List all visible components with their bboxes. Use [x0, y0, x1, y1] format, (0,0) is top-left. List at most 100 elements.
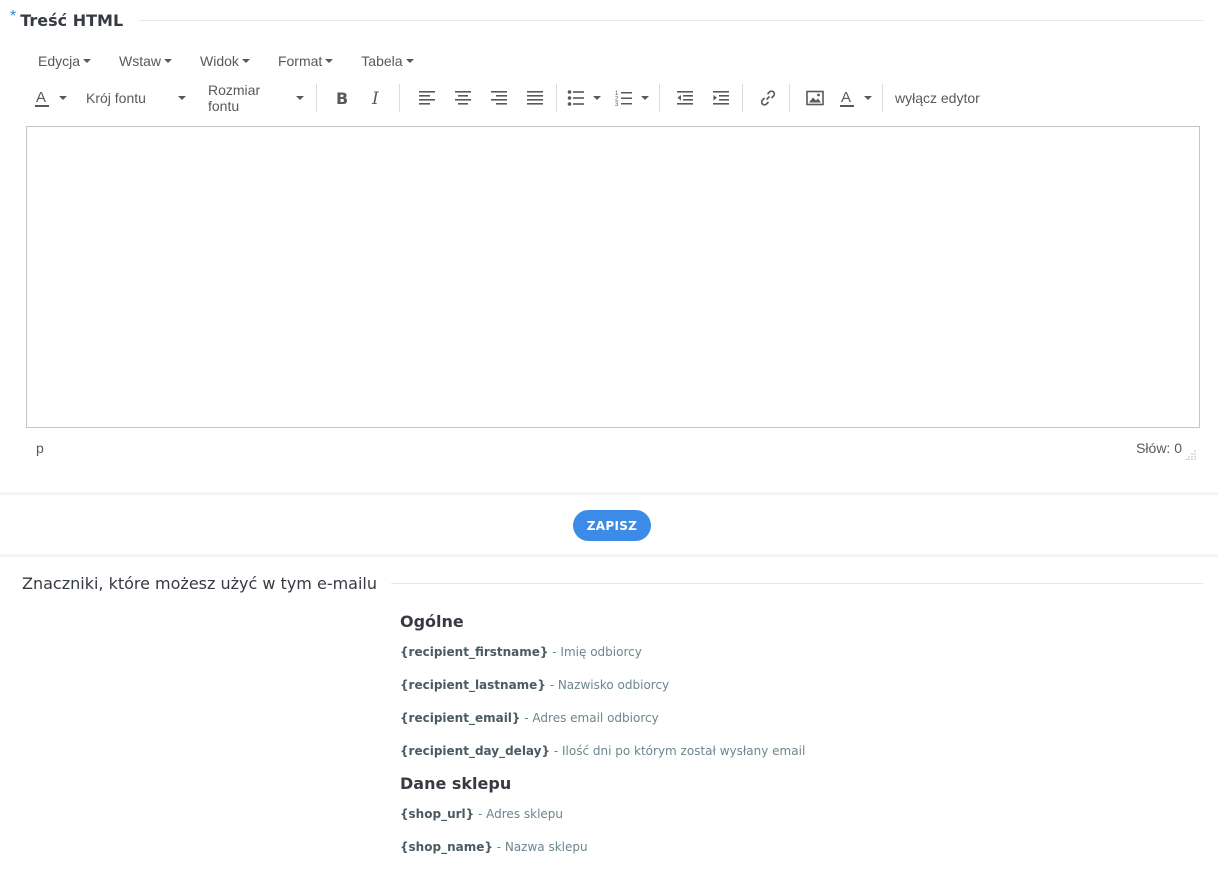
tags-list: Ogólne {recipient_firstname} - Imię odbi… [400, 610, 1180, 868]
align-right-button[interactable] [484, 84, 514, 112]
list-item: {recipient_email} - Adres email odbiorcy [400, 702, 1180, 735]
text-color-button[interactable]: A [30, 84, 74, 112]
menu-label: Widok [200, 53, 239, 69]
toolbar-separator [659, 84, 660, 112]
align-left-button[interactable] [412, 84, 442, 112]
tag-description: - Imię odbiorcy [548, 645, 642, 659]
chevron-down-icon [83, 59, 92, 63]
section-divider [391, 582, 1203, 584]
section-divider [139, 19, 1203, 21]
chevron-down-icon [641, 96, 649, 100]
font-size-select[interactable]: Rozmiar fontu [200, 82, 310, 114]
text-color-icon: A [35, 89, 49, 107]
menu-edit[interactable]: Edycja [30, 53, 99, 69]
list-item: {shop_name} - Nazwa sklepu [400, 831, 1180, 864]
tag-group-general: Ogólne {recipient_firstname} - Imię odbi… [400, 610, 1180, 768]
list-item: {shop_url} - Adres sklepu [400, 798, 1180, 831]
tag-group-title: Ogólne [400, 612, 464, 631]
tag-code: {recipient_email} [400, 711, 521, 725]
tags-section-title: Znaczniki, które możesz użyć w tym e-mai… [22, 573, 378, 593]
chevron-down-icon [164, 59, 173, 63]
chevron-down-icon [296, 96, 304, 100]
menu-table[interactable]: Tabela [353, 53, 421, 69]
toolbar-separator [882, 84, 883, 112]
tag-group-shop: Dane sklepu {shop_url} - Adres sklepu {s… [400, 772, 1180, 864]
svg-text:I: I [371, 89, 379, 107]
image-icon [806, 90, 824, 106]
chevron-down-icon [325, 59, 334, 63]
tag-group-title: Dane sklepu [400, 774, 512, 793]
list-item: {recipient_firstname} - Imię odbiorcy [400, 636, 1180, 669]
toolbar-separator [316, 84, 317, 112]
align-right-icon [491, 91, 507, 105]
svg-text:B: B [336, 89, 348, 107]
background-color-button[interactable]: A [838, 84, 876, 112]
section-header: * Treść HTML [10, 8, 1203, 32]
chevron-down-icon [405, 59, 414, 63]
bold-button[interactable]: B [327, 84, 357, 112]
indent-icon [713, 91, 729, 105]
align-center-icon [455, 91, 471, 105]
font-family-label: Krój fontu [86, 90, 146, 106]
menu-insert[interactable]: Wstaw [111, 53, 180, 69]
menu-label: Edycja [38, 53, 81, 69]
section-title: Treść HTML [20, 10, 124, 30]
bold-icon: B [336, 89, 348, 107]
chevron-down-icon [593, 96, 601, 100]
numbered-list-icon: 123 [615, 91, 632, 107]
toolbar-separator [399, 84, 400, 112]
align-justify-icon [527, 91, 543, 105]
divider [0, 492, 1218, 495]
font-family-select[interactable]: Krój fontu [82, 84, 192, 112]
align-center-button[interactable] [448, 84, 478, 112]
divider [0, 554, 1218, 557]
toolbar-separator [742, 84, 743, 112]
tag-code: {recipient_lastname} [400, 678, 546, 692]
tag-description: - Adres sklepu [474, 807, 564, 821]
word-count: Słów: 0 [1136, 440, 1182, 456]
disable-editor-button[interactable]: wyłącz edytor [889, 84, 986, 112]
tags-section-header: Znaczniki, które możesz użyć w tym e-mai… [22, 572, 1203, 594]
editor-toolbar: A Krój fontu Rozmiar fontu B I 123 A wył… [30, 82, 986, 114]
bullet-list-button[interactable] [567, 84, 605, 112]
indent-button[interactable] [706, 84, 736, 112]
list-item: {recipient_day_delay} - Ilość dni po któ… [400, 735, 1180, 768]
tag-description: - Adres email odbiorcy [520, 711, 659, 725]
menu-format[interactable]: Format [270, 53, 341, 69]
editor-content-area[interactable] [26, 126, 1200, 428]
background-color-icon: A [840, 89, 854, 107]
link-button[interactable] [753, 84, 783, 112]
italic-icon: I [371, 89, 379, 107]
menu-label: Tabela [361, 53, 403, 69]
svg-text:3: 3 [615, 102, 619, 107]
tag-code: {recipient_firstname} [400, 645, 549, 659]
tag-code: {shop_name} [400, 840, 493, 854]
font-size-label: Rozmiar fontu [208, 82, 261, 114]
svg-text:A: A [36, 89, 46, 106]
numbered-list-button[interactable]: 123 [615, 84, 653, 112]
menu-label: Wstaw [119, 53, 162, 69]
outdent-button[interactable] [670, 84, 700, 112]
chevron-down-icon [178, 96, 186, 100]
required-mark: * [10, 8, 17, 25]
element-path[interactable]: p [36, 440, 44, 456]
list-item: {recipient_lastname} - Nazwisko odbiorcy [400, 669, 1180, 702]
tag-code: {shop_url} [400, 807, 475, 821]
link-icon [760, 90, 776, 106]
resize-handle-icon[interactable] [1186, 450, 1196, 460]
menu-view[interactable]: Widok [192, 53, 258, 69]
tag-code: {recipient_day_delay} [400, 744, 551, 758]
italic-button[interactable]: I [363, 84, 393, 112]
editor-statusbar: p Słów: 0 [26, 436, 1200, 460]
menu-label: Format [277, 53, 323, 69]
toolbar-separator [556, 84, 557, 112]
save-button[interactable]: ZAPISZ [573, 510, 651, 541]
outdent-icon [677, 91, 693, 105]
toolbar-separator [789, 84, 790, 112]
bullet-list-icon [567, 90, 584, 106]
image-button[interactable] [800, 84, 830, 112]
tag-description: - Nazwa sklepu [492, 840, 588, 854]
align-justify-button[interactable] [520, 84, 550, 112]
svg-text:A: A [841, 89, 851, 106]
editor-menubar: Edycja Wstaw Widok Format Tabela [30, 50, 434, 72]
